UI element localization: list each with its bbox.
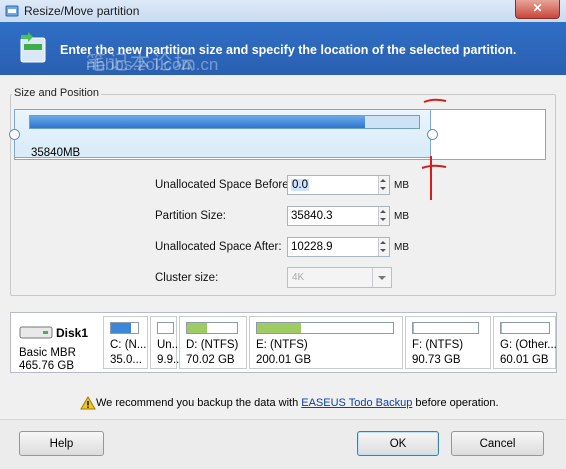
partition-size-input[interactable]: 35840.3 — [287, 206, 390, 226]
partition-name: E: (NTFS) — [256, 339, 308, 351]
partition-usage-bar — [157, 322, 174, 334]
warning-suffix: before operation. — [412, 397, 499, 409]
title-bar: Resize/Move partition ✕ — [0, 0, 566, 23]
partition-usage-bar — [29, 115, 420, 129]
resize-partition-icon — [20, 32, 46, 63]
partition-usage-fill — [257, 323, 301, 333]
easeus-todo-backup-link[interactable]: EASEUS Todo Backup — [301, 397, 412, 409]
partition-size-text: 35840MB — [31, 147, 81, 159]
disk-type: Basic MBR — [19, 347, 76, 359]
backup-recommendation: We recommend you backup the data with EA… — [96, 397, 499, 409]
partition-tile[interactable]: Un... 9.9... — [150, 316, 183, 369]
partition-usage-fill — [30, 116, 365, 128]
partition-size: 35.0... — [110, 354, 142, 366]
unalloc-after-input[interactable]: 10228.9 — [287, 237, 390, 257]
unalloc-before-unit: MB — [394, 180, 409, 191]
partition-usage-fill — [187, 323, 207, 333]
partition-size: 60.01 GB — [500, 354, 549, 366]
partition-app-icon — [5, 5, 19, 17]
hard-disk-icon — [19, 326, 53, 339]
partition-size-value: 35840.3 — [291, 210, 333, 222]
chevron-down-icon[interactable] — [372, 268, 391, 287]
partition-size-unit: MB — [394, 211, 409, 222]
partition-name: D: (NTFS) — [186, 339, 239, 351]
header-banner: 笔记本论坛 Enter the new partition size and s… — [0, 22, 566, 75]
partition-usage-bar — [186, 322, 238, 334]
cluster-size-value: 4K — [292, 272, 305, 283]
partition-size: 70.02 GB — [186, 354, 235, 366]
partition-size: 90.73 GB — [412, 354, 461, 366]
size-position-label: Size and Position — [12, 87, 101, 99]
partition-usage-bar — [110, 322, 139, 334]
unalloc-before-value: 0.0 — [291, 179, 309, 191]
partition-usage-fill — [111, 323, 132, 333]
partition-name: Un... — [157, 339, 182, 351]
watermark-url: nbbbs.zol.com.cn — [86, 55, 219, 74]
partition-tile[interactable]: E: (NTFS) 200.01 GB — [249, 316, 403, 369]
unalloc-after-label: Unallocated Space After: — [155, 241, 282, 253]
unalloc-after-unit: MB — [394, 242, 409, 253]
disk-map: Disk1 Basic MBR 465.76 GB C: (N... 35.0..… — [10, 312, 557, 373]
help-button[interactable]: Help — [19, 431, 104, 456]
cluster-size-label: Cluster size: — [155, 272, 219, 284]
spin-buttons[interactable] — [378, 238, 389, 256]
partition-name: G: (Other... — [500, 339, 557, 351]
close-button[interactable]: ✕ — [515, 0, 560, 19]
disk-name: Disk1 — [56, 326, 89, 340]
unalloc-before-input[interactable]: 0.0 — [287, 175, 390, 195]
partition-name: C: (N... — [110, 339, 147, 351]
partition-tile[interactable]: C: (N... 35.0... — [103, 316, 148, 369]
partition-usage-bar — [256, 322, 394, 334]
unalloc-after-value: 10228.9 — [291, 241, 333, 253]
partition-size-label: Partition Size: — [155, 210, 226, 222]
window-title: Resize/Move partition — [24, 4, 140, 18]
partition-usage-bar — [412, 322, 479, 334]
cluster-size-select[interactable]: 4K — [287, 267, 392, 288]
partition-name: F: (NTFS) — [412, 339, 464, 351]
left-resize-handle[interactable] — [9, 129, 20, 140]
partition-tile[interactable]: G: (Other... 60.01 GB — [493, 316, 557, 369]
partition-size: 200.01 GB — [256, 354, 311, 366]
partition-tile[interactable]: F: (NTFS) 90.73 GB — [405, 316, 491, 369]
partition-tile[interactable]: D: (NTFS) 70.02 GB — [179, 316, 247, 369]
ok-button[interactable]: OK — [357, 431, 439, 456]
red-annotation-marks — [421, 98, 447, 200]
disk-info[interactable]: Disk1 Basic MBR 465.76 GB — [11, 313, 101, 372]
unalloc-before-label: Unallocated Space Before: — [155, 179, 292, 191]
cancel-button[interactable]: Cancel — [451, 431, 544, 456]
warning-prefix: We recommend you backup the data with — [96, 397, 302, 409]
spin-buttons[interactable] — [378, 207, 389, 225]
warning-icon — [80, 396, 96, 410]
spin-buttons[interactable] — [378, 176, 389, 194]
partition-usage-fill — [413, 323, 415, 333]
partition-usage-fill — [501, 323, 502, 333]
partition-usage-bar — [500, 322, 550, 334]
disk-size: 465.76 GB — [19, 360, 74, 372]
